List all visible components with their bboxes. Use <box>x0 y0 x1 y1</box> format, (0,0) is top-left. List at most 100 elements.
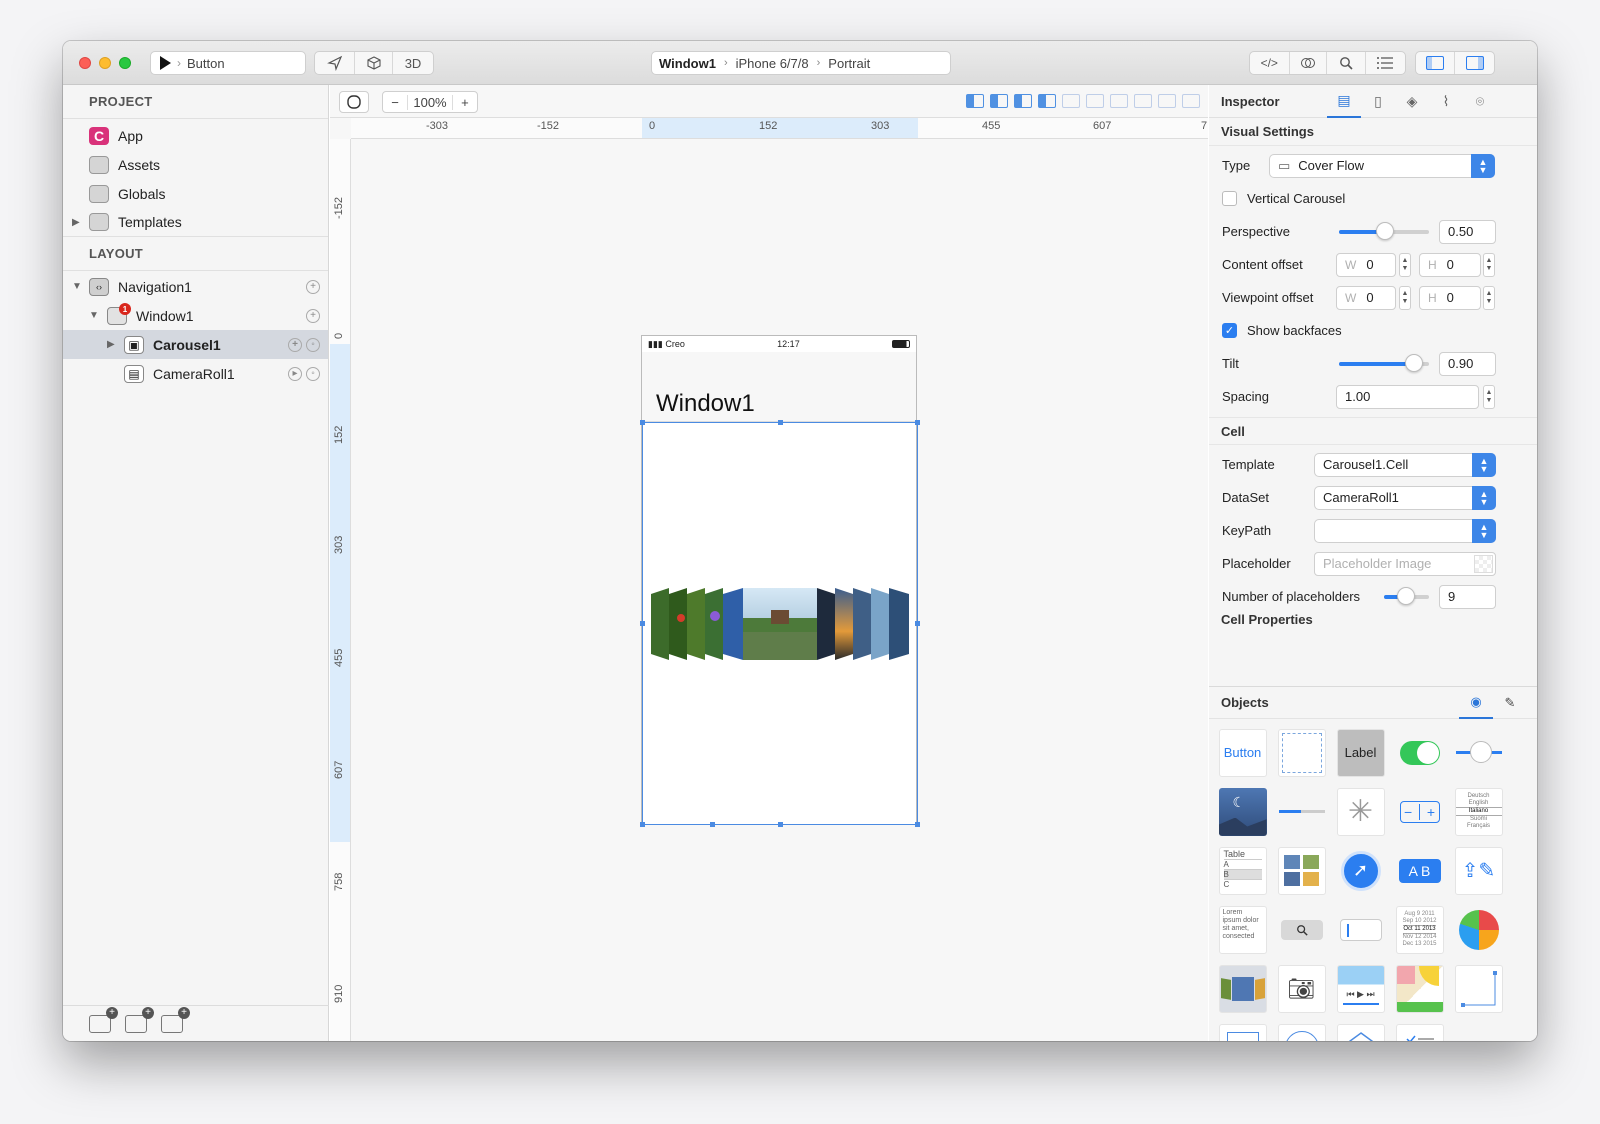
bring-forward-icon[interactable] <box>966 94 984 108</box>
slider-knob[interactable] <box>1397 586 1415 605</box>
object-oval[interactable] <box>1272 1018 1331 1041</box>
object-line[interactable] <box>1449 959 1508 1018</box>
project-item-globals[interactable]: Globals <box>63 179 328 208</box>
breadcrumb-orientation[interactable]: Portrait <box>828 56 870 71</box>
object-collection[interactable] <box>1272 841 1331 900</box>
add-navigation-icon[interactable] <box>125 1006 154 1033</box>
object-image[interactable]: ☾ <box>1213 782 1272 841</box>
perspective-slider[interactable] <box>1339 221 1429 240</box>
object-share[interactable]: ⇪✎ <box>1449 841 1508 900</box>
content-offset-w-stepper[interactable]: ▲ ▼ <box>1399 252 1411 277</box>
code-icon[interactable]: </> <box>1250 52 1290 74</box>
resize-handle[interactable] <box>915 420 920 425</box>
visibility-toggle[interactable]: ◦ <box>306 337 320 352</box>
keypath-popup[interactable]: ▲ ▼ <box>1314 518 1496 543</box>
layout-item-cameraroll1[interactable]: ▤ CameraRoll1 ▸ ◦ <box>63 359 328 388</box>
num-placeholders-slider[interactable] <box>1384 586 1429 605</box>
zoom-in-button[interactable]: + <box>453 95 477 110</box>
vertical-carousel-checkbox[interactable] <box>1222 191 1237 206</box>
object-webview[interactable]: ➚ <box>1331 841 1390 900</box>
object-chart[interactable] <box>1449 900 1508 959</box>
object-textview[interactable]: Lorem ipsum dolor sit amet, consected <box>1213 900 1272 959</box>
resize-handle[interactable] <box>915 621 920 626</box>
object-activity[interactable]: ✳ <box>1331 782 1390 841</box>
object-progress[interactable] <box>1272 782 1331 841</box>
slider-knob[interactable] <box>1405 353 1423 372</box>
send-icon[interactable] <box>315 52 355 74</box>
zoom-out-button[interactable]: − <box>383 94 409 110</box>
list-icon[interactable] <box>1366 52 1405 74</box>
carousel-selection-frame[interactable] <box>640 420 920 827</box>
preview-icon[interactable] <box>1290 52 1328 74</box>
content-offset-w-field[interactable]: W 0 <box>1336 252 1396 277</box>
num-placeholders-field[interactable]: 9 <box>1439 584 1496 609</box>
controls-tab-icon[interactable]: ◉ <box>1459 687 1493 719</box>
image-well-icon[interactable] <box>1474 554 1493 573</box>
align-right-icon[interactable] <box>1134 94 1152 108</box>
zoom-fit-button[interactable] <box>339 91 369 113</box>
add-child-button[interactable]: + <box>306 308 320 323</box>
resize-handle[interactable] <box>778 822 783 827</box>
template-popup[interactable]: Carousel1.Cell ▲ ▼ <box>1314 452 1496 477</box>
object-search[interactable] <box>1272 900 1331 959</box>
slider-knob[interactable] <box>1376 221 1394 240</box>
send-back-icon[interactable] <box>1038 94 1056 108</box>
zoom-window-button[interactable] <box>119 57 131 69</box>
object-label[interactable]: Label <box>1331 723 1390 782</box>
dataset-popup[interactable]: CameraRoll1 ▲ ▼ <box>1314 485 1496 510</box>
bring-front-icon[interactable] <box>990 94 1008 108</box>
show-backfaces-checkbox[interactable]: ✓ <box>1222 323 1237 338</box>
close-window-button[interactable] <box>79 57 91 69</box>
tools-tab-icon[interactable]: ✎ <box>1493 687 1527 719</box>
object-view[interactable] <box>1272 723 1331 782</box>
layers-tab-icon[interactable]: ◈ <box>1395 85 1429 118</box>
resize-handle[interactable] <box>640 420 645 425</box>
disclosure-down-icon[interactable]: ▼ <box>72 281 82 292</box>
resize-handle[interactable] <box>915 822 920 827</box>
object-polygon[interactable] <box>1331 1018 1390 1041</box>
align-top-icon[interactable] <box>1110 94 1128 108</box>
disclosure-right-icon[interactable]: ▶ <box>72 217 80 228</box>
align-middle-icon[interactable] <box>1158 94 1176 108</box>
object-datepicker[interactable]: Aug 9 2011 Sep 10 2012 Oct 11 2013 Nov 1… <box>1390 900 1449 959</box>
zoom-value[interactable]: 100% <box>408 94 453 110</box>
content-offset-h-stepper[interactable]: ▲ ▼ <box>1483 252 1495 277</box>
device-preview[interactable]: ▮▮▮ Creo 12:17 Window1 <box>640 335 920 827</box>
object-slider[interactable] <box>1449 723 1508 782</box>
object-button[interactable]: Button <box>1213 723 1272 782</box>
align-bottom-icon[interactable] <box>1182 94 1200 108</box>
add-camera-icon[interactable] <box>161 1006 190 1033</box>
add-window-icon[interactable] <box>89 1006 118 1033</box>
resize-handle[interactable] <box>640 621 645 626</box>
viewpoint-offset-w-field[interactable]: W 0 <box>1336 285 1396 310</box>
tilt-field[interactable]: 0.90 <box>1439 351 1496 376</box>
cube-icon[interactable] <box>355 52 393 74</box>
minimize-window-button[interactable] <box>99 57 111 69</box>
play-item-button[interactable]: ▸ <box>288 366 302 381</box>
layout-item-navigation1[interactable]: ▼ ‹› Navigation1 + <box>63 272 328 301</box>
tilt-slider[interactable] <box>1339 353 1429 372</box>
accessibility-tab-icon[interactable]: ⌾ <box>1463 85 1497 118</box>
placeholder-image-field[interactable]: Placeholder Image <box>1314 551 1496 576</box>
resize-handle[interactable] <box>640 822 645 827</box>
object-camera[interactable]: 📷︎ <box>1272 959 1331 1018</box>
object-segmented[interactable]: A B <box>1390 841 1449 900</box>
viewpoint-offset-h-stepper[interactable]: ▲ ▼ <box>1483 285 1495 310</box>
disclosure-down-icon[interactable]: ▼ <box>89 310 99 321</box>
breadcrumb-device[interactable]: iPhone 6/7/8 <box>736 56 809 71</box>
object-map[interactable] <box>1390 959 1449 1018</box>
add-child-button[interactable]: + <box>288 337 302 352</box>
3d-button[interactable]: 3D <box>393 52 433 74</box>
viewpoint-offset-w-stepper[interactable]: ▲ ▼ <box>1399 285 1411 310</box>
object-carousel[interactable] <box>1213 959 1272 1018</box>
add-child-button[interactable]: + <box>306 279 320 294</box>
align-center-icon[interactable] <box>1086 94 1104 108</box>
attributes-tab-icon[interactable]: ▤ <box>1327 85 1361 118</box>
spacing-stepper[interactable]: ▲ ▼ <box>1483 384 1495 409</box>
object-textfield[interactable] <box>1331 900 1390 959</box>
visibility-toggle[interactable]: ◦ <box>306 366 320 381</box>
resize-handle[interactable] <box>778 420 783 425</box>
object-table[interactable]: Table A B C <box>1213 841 1272 900</box>
spacing-field[interactable]: 1.00 <box>1336 384 1479 409</box>
paperclip-tab-icon[interactable]: ⌇ <box>1429 85 1463 118</box>
